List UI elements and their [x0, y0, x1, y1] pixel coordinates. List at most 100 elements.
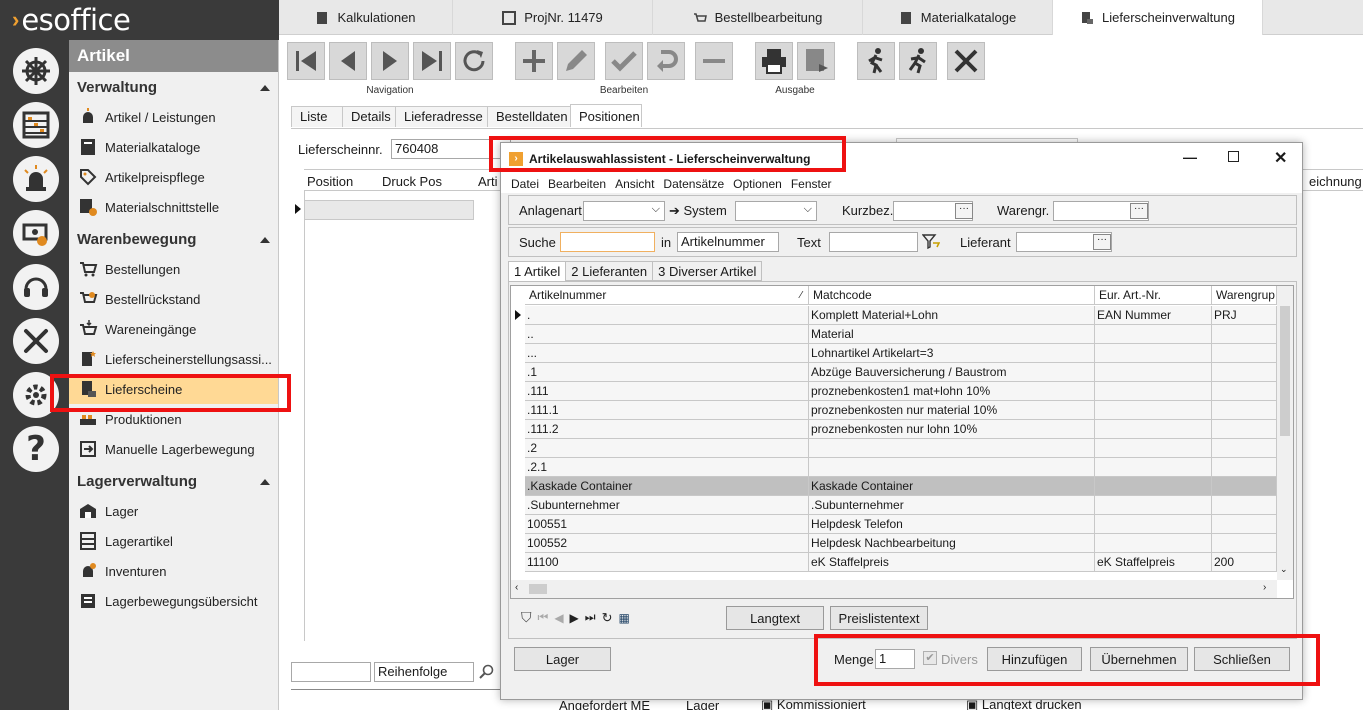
help-icon[interactable]: ? — [13, 426, 59, 472]
filter-search-icon[interactable] — [922, 234, 940, 250]
menu-datei[interactable]: Datei — [511, 177, 539, 191]
chevron-left-icon[interactable]: ‹ — [515, 582, 518, 593]
search-icon[interactable] — [479, 664, 495, 680]
undo-button[interactable] — [647, 42, 685, 80]
menu-fenster[interactable]: Fenster — [791, 177, 832, 191]
lieferschein-number-field[interactable]: 760408 — [391, 139, 511, 159]
first-icon[interactable]: ⏮ — [538, 610, 549, 625]
prev-icon[interactable]: ◀ — [554, 611, 563, 625]
tab-lieferscheinverwaltung[interactable]: Lieferscheinverwaltung — [1053, 0, 1263, 35]
nav-item-lieferscheine[interactable]: Lieferscheine — [69, 374, 278, 404]
lager-button[interactable]: Lager — [514, 647, 611, 671]
tools-icon[interactable] — [13, 318, 59, 364]
divers-checkbox[interactable]: ✔ — [923, 651, 937, 665]
refresh-icon[interactable]: ↻ — [602, 610, 613, 626]
schliessen-button[interactable]: Schließen — [1194, 647, 1290, 671]
headset-icon[interactable] — [13, 264, 59, 310]
lieferant-lookup-button[interactable]: ··· — [1093, 234, 1111, 250]
nav-item-manuelle-lagerbewegung[interactable]: Manuelle Lagerbewegung — [69, 434, 278, 464]
section-warenbewegung[interactable]: Warenbewegung — [69, 226, 278, 254]
section-verwaltung[interactable]: Verwaltung — [69, 74, 278, 102]
menu-ansicht[interactable]: Ansicht — [615, 177, 654, 191]
tab-lieferanten[interactable]: 2 Lieferanten — [566, 261, 654, 281]
maximize-icon[interactable] — [1228, 151, 1239, 162]
warengr-lookup-button[interactable]: ··· — [1130, 203, 1148, 219]
next-record-button[interactable] — [371, 42, 409, 80]
menu-optionen[interactable]: Optionen — [733, 177, 782, 191]
dialog-titlebar[interactable]: › Artikelauswahlassistent - Lieferschein… — [501, 143, 1302, 175]
col-bezeichnung[interactable]: eichnung — [1309, 174, 1362, 189]
export-button[interactable] — [797, 42, 835, 80]
collapse-icon[interactable] — [260, 479, 270, 485]
prev-record-button[interactable] — [329, 42, 367, 80]
tab-lieferadresse[interactable]: Lieferadresse — [395, 106, 488, 127]
nav-item-artikelpreispflege[interactable]: Artikelpreispflege — [69, 162, 278, 192]
menu-datensaetze[interactable]: Datensätze — [663, 177, 724, 191]
nav-item-bestellrueckstand[interactable]: Bestellrückstand — [69, 284, 278, 314]
abacus-icon[interactable] — [13, 102, 59, 148]
nav-item-produktionen[interactable]: Produktionen — [69, 404, 278, 434]
next-icon[interactable]: ▶ — [570, 611, 579, 625]
print-button[interactable] — [755, 42, 793, 80]
last-icon[interactable]: ⏭ — [585, 610, 596, 625]
nav-item-bestellungen[interactable]: Bestellungen — [69, 254, 278, 284]
scroll-thumb[interactable] — [1280, 306, 1290, 436]
col-artikel[interactable]: Arti — [478, 174, 498, 189]
tab-positionen[interactable]: Positionen — [570, 104, 642, 127]
refresh-button[interactable] — [455, 42, 493, 80]
col-eur-art-nr[interactable]: Eur. Art.-Nr. — [1095, 286, 1212, 305]
save-button[interactable] — [605, 42, 643, 80]
collapse-icon[interactable] — [260, 237, 270, 243]
nav-item-lagerbewegungsuebersicht[interactable]: Lagerbewegungsübersicht — [69, 586, 278, 616]
current-position-row[interactable] — [304, 200, 474, 220]
cash-icon[interactable] — [13, 210, 59, 256]
tab-details[interactable]: Details — [342, 106, 396, 127]
run-button[interactable] — [899, 42, 937, 80]
tab-artikel[interactable]: 1 Artikel — [508, 261, 567, 281]
col-position[interactable]: Position — [307, 174, 353, 189]
filter-clear-icon[interactable]: ⛉ — [521, 609, 532, 626]
preislistentext-button[interactable]: Preislistentext — [830, 606, 928, 630]
gears-icon[interactable] — [13, 372, 59, 418]
alarm-light-icon[interactable] — [13, 156, 59, 202]
tab-kalkulationen[interactable]: Kalkulationen — [279, 0, 453, 35]
nav-item-inventuren[interactable]: Inventuren — [69, 556, 278, 586]
nav-item-lieferscheinerstellungsassistent[interactable]: Lieferscheinerstellungsassi... — [69, 344, 278, 374]
tab-bestelldaten[interactable]: Bestelldaten — [487, 106, 571, 127]
nav-item-materialschnittstelle[interactable]: Materialschnittstelle — [69, 192, 278, 222]
col-druck-pos[interactable]: Druck Pos — [382, 174, 442, 189]
close-icon[interactable]: ✕ — [1274, 148, 1287, 168]
uebernehmen-button[interactable]: Übernehmen — [1090, 647, 1188, 671]
menu-bearbeiten[interactable]: Bearbeiten — [548, 177, 606, 191]
walk-back-button[interactable] — [857, 42, 895, 80]
helm-icon[interactable] — [13, 48, 59, 94]
nav-item-materialkataloge[interactable]: Materialkataloge — [69, 132, 278, 162]
chevron-right-icon[interactable]: › — [1263, 582, 1266, 593]
scroll-thumb[interactable] — [529, 584, 547, 594]
close-button[interactable] — [947, 42, 985, 80]
tab-liste[interactable]: Liste — [291, 106, 343, 127]
edit-button[interactable] — [557, 42, 595, 80]
delete-button[interactable] — [695, 42, 733, 80]
tab-materialkataloge[interactable]: Materialkataloge — [863, 0, 1053, 35]
chevron-down-icon[interactable]: ⌄ — [1280, 564, 1288, 575]
suche-input[interactable] — [560, 232, 655, 252]
system-select[interactable]: ⌵ — [735, 201, 817, 221]
last-record-button[interactable] — [413, 42, 451, 80]
minimize-icon[interactable]: — — [1183, 149, 1197, 165]
kurzbez-lookup-button[interactable]: ··· — [955, 203, 973, 219]
text-input[interactable] — [829, 232, 918, 252]
search-column-select[interactable]: Artikelnummer — [677, 232, 779, 252]
langtext-button[interactable]: Langtext — [726, 606, 824, 630]
anlagenart-select[interactable]: ⌵ — [583, 201, 665, 221]
col-matchcode[interactable]: Matchcode — [809, 286, 1095, 305]
col-artikelnummer[interactable]: Artikelnummer ⁄ — [525, 286, 809, 305]
vertical-scrollbar[interactable]: ⌄ — [1277, 286, 1293, 580]
tab-bestellbearbeitung[interactable]: Bestellbearbeitung — [653, 0, 863, 35]
nav-item-lagerartikel[interactable]: Lagerartikel — [69, 526, 278, 556]
horizontal-scrollbar[interactable]: ‹ › — [511, 580, 1277, 598]
nav-item-lager[interactable]: Lager — [69, 496, 278, 526]
tab-projnr[interactable]: ProjNr. 11479 — [453, 0, 653, 35]
nav-item-wareneingaenge[interactable]: Wareneingänge — [69, 314, 278, 344]
reihenfolge-field[interactable]: Reihenfolge — [374, 662, 474, 682]
